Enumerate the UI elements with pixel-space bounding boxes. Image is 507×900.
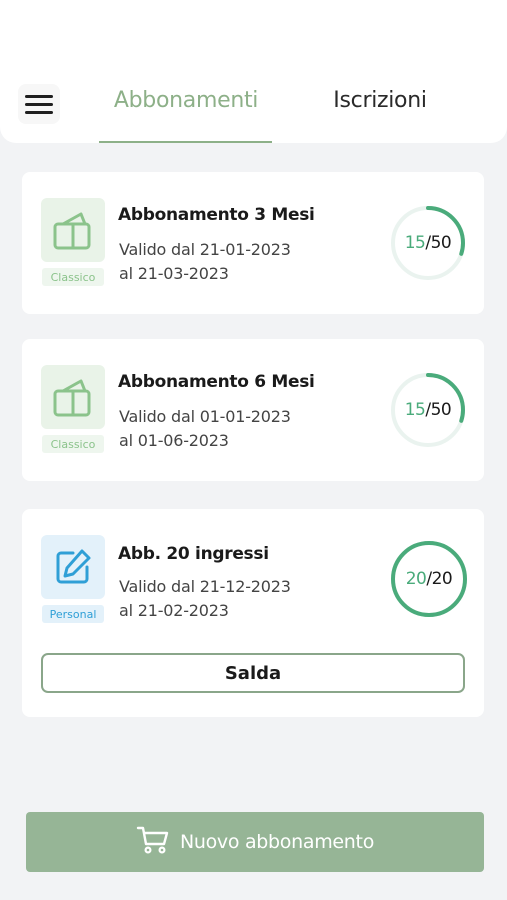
- subscription-title: Abb. 20 ingressi: [118, 544, 269, 564]
- valid-to-text: al 01-06-2023: [119, 431, 229, 450]
- valid-from-text: Valido dal 21-01-2023: [119, 240, 291, 259]
- tab-iscrizioni[interactable]: Iscrizioni: [320, 88, 440, 113]
- entries-used: 15: [404, 400, 426, 420]
- new-subscription-label: Nuovo abbonamento: [179, 831, 375, 853]
- valid-to-text: al 21-03-2023: [119, 264, 229, 283]
- cart-icon: [136, 825, 170, 860]
- bag-icon: [41, 365, 105, 429]
- subscription-type-tag: Classico: [42, 268, 104, 286]
- top-bar: Abbonamenti Iscrizioni: [0, 0, 507, 143]
- entries-used: 15: [404, 233, 426, 253]
- subscription-type-tag: Personal: [42, 605, 104, 623]
- entries-used: 20: [405, 569, 427, 589]
- pay-button[interactable]: Salda: [41, 653, 465, 693]
- subscription-card[interactable]: Classico Abbonamento 6 Mesi Valido dal 0…: [22, 339, 484, 481]
- entries-total: 50: [430, 400, 452, 420]
- valid-from-text: Valido dal 21-12-2023: [119, 577, 291, 596]
- edit-icon: [41, 535, 105, 599]
- entries-total: 20: [431, 569, 453, 589]
- valid-to-text: al 21-02-2023: [119, 601, 229, 620]
- subscription-type-tag: Classico: [42, 435, 104, 453]
- valid-from-text: Valido dal 01-01-2023: [119, 407, 291, 426]
- bag-icon: [41, 198, 105, 262]
- tab-abbonamenti[interactable]: Abbonamenti: [100, 88, 272, 113]
- entries-progress-ring: 20/20: [389, 539, 469, 619]
- entries-progress-ring: 15/50: [388, 370, 468, 450]
- new-subscription-button[interactable]: Nuovo abbonamento: [26, 812, 484, 872]
- subscription-title: Abbonamento 6 Mesi: [118, 372, 315, 392]
- active-tab-indicator: [99, 141, 272, 143]
- subscription-card[interactable]: Classico Abbonamento 3 Mesi Valido dal 2…: [22, 172, 484, 314]
- hamburger-menu-icon[interactable]: [18, 84, 60, 124]
- subscription-card[interactable]: Personal Abb. 20 ingressi Valido dal 21-…: [22, 509, 484, 717]
- entries-progress-ring: 15/50: [388, 203, 468, 283]
- entries-total: 50: [430, 233, 452, 253]
- subscription-title: Abbonamento 3 Mesi: [118, 205, 315, 225]
